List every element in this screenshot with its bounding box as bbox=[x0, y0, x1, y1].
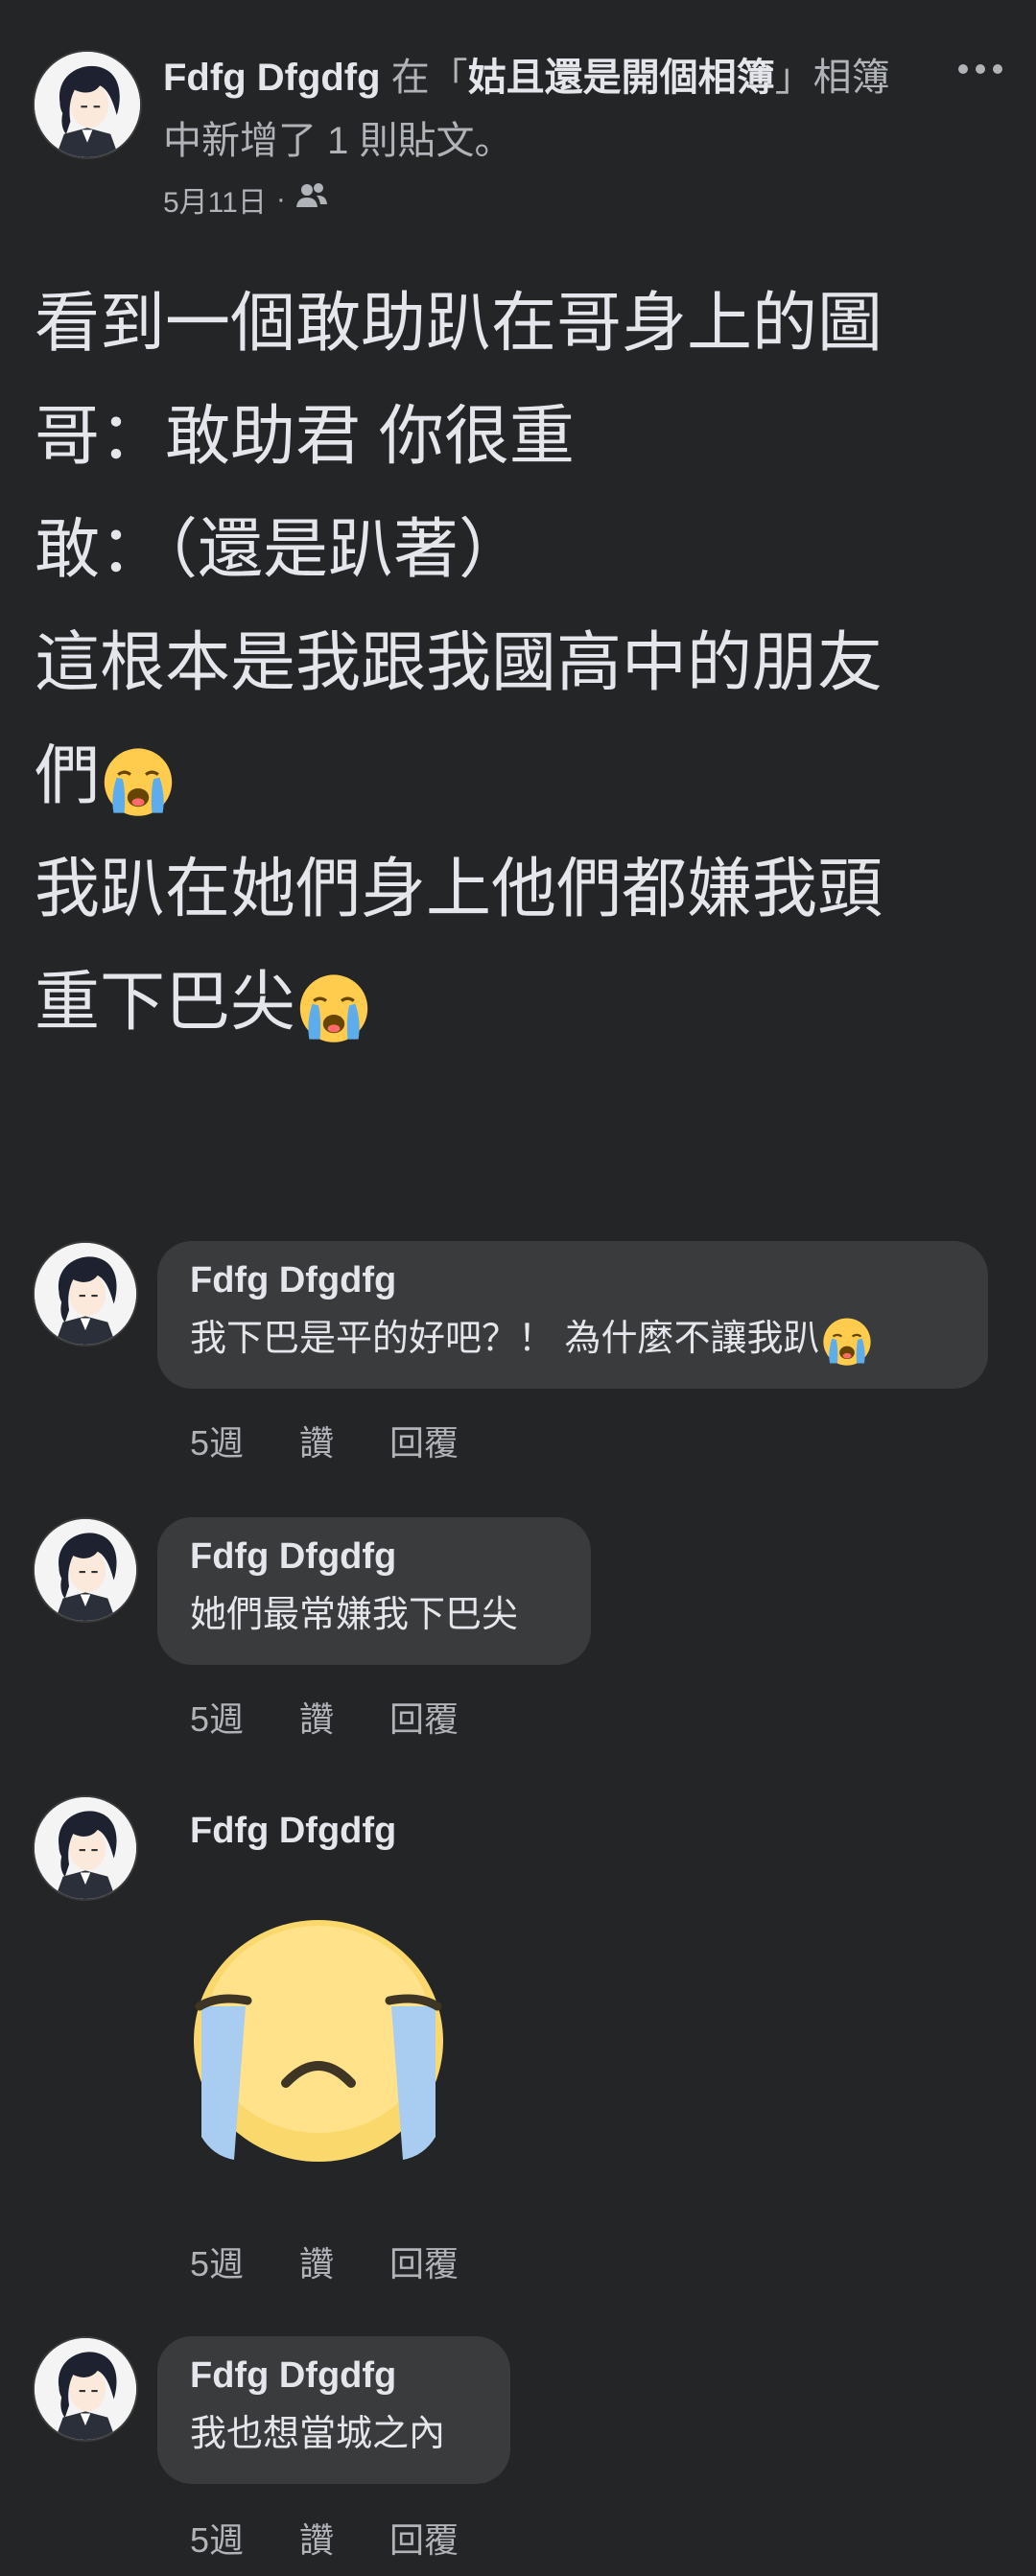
comment-actions: 5週 讚 回覆 bbox=[190, 1416, 514, 1465]
friends-icon bbox=[295, 181, 328, 218]
meta-dot: · bbox=[275, 183, 286, 215]
comment-author[interactable]: Fdfg Dfgdfg bbox=[190, 1811, 396, 1852]
crying-emoji-icon bbox=[100, 742, 177, 819]
crying-emoji-icon bbox=[820, 1314, 874, 1368]
reply-button[interactable]: 回覆 bbox=[389, 1692, 459, 1742]
comment-bubble: Fdfg Dfgdfg 我下巴是平的好吧？！ 為什麼不讓我趴 bbox=[157, 1241, 988, 1389]
comment-time[interactable]: 5週 bbox=[190, 2236, 244, 2286]
post-line: 敢：（還是趴著） bbox=[35, 513, 525, 586]
post-line-with-emoji: 們 bbox=[35, 719, 1003, 832]
comment-time[interactable]: 5週 bbox=[190, 1692, 244, 1742]
comment-author[interactable]: Fdfg Dfgdfg bbox=[190, 1258, 955, 1302]
post-author-name[interactable]: Fdfg Dfgdfg bbox=[163, 57, 381, 99]
post-date[interactable]: 5月11日 bbox=[163, 178, 267, 221]
album-link[interactable]: 姑且還是開個相簿 bbox=[468, 57, 775, 99]
crying-emoji-icon bbox=[295, 969, 372, 1045]
comment-avatar[interactable] bbox=[33, 1517, 138, 1623]
comment-text-content: 我下巴是平的好吧？！ 為什麼不讓我趴 bbox=[190, 1319, 820, 1359]
post-line: 重下巴尖 bbox=[35, 966, 296, 1039]
comment-author[interactable]: Fdfg Dfgdfg bbox=[190, 1534, 558, 1579]
comment-text: 我下巴是平的好吧？！ 為什麼不讓我趴 bbox=[190, 1312, 955, 1368]
comment-actions: 5週 讚 回覆 bbox=[190, 2236, 514, 2286]
comment-text: 她們最常嫌我下巴尖 bbox=[190, 1595, 519, 1635]
comment-avatar[interactable] bbox=[33, 2336, 138, 2442]
post-line: 看到一個敢助趴在哥身上的圖 bbox=[35, 287, 883, 360]
more-options-icon[interactable] bbox=[954, 52, 1007, 86]
post-line-with-emoji: 重下巴尖 bbox=[35, 946, 1003, 1059]
comment-bubble: Fdfg Dfgdfg 我也想當城之內 bbox=[157, 2336, 510, 2484]
comment-avatar[interactable] bbox=[33, 1795, 138, 1901]
like-button[interactable]: 讚 bbox=[299, 2236, 334, 2286]
post-action-prefix: 在「 bbox=[390, 57, 468, 99]
comment-actions: 5週 讚 回覆 bbox=[190, 1692, 514, 1742]
reply-button[interactable]: 回覆 bbox=[389, 2236, 459, 2286]
like-button[interactable]: 讚 bbox=[299, 2513, 334, 2563]
comment-author[interactable]: Fdfg Dfgdfg bbox=[190, 2354, 478, 2398]
post-line: 這根本是我跟我國高中的朋友 bbox=[35, 626, 883, 699]
like-button[interactable]: 讚 bbox=[299, 1692, 334, 1742]
post-line: 們 bbox=[35, 739, 101, 812]
crying-face-sticker[interactable] bbox=[175, 1914, 462, 2173]
reply-button[interactable]: 回覆 bbox=[389, 1416, 459, 1465]
comment-actions: 5週 讚 回覆 bbox=[190, 2513, 514, 2563]
post-author-avatar[interactable] bbox=[33, 50, 142, 159]
comment-bubble: Fdfg Dfgdfg 她們最常嫌我下巴尖 bbox=[157, 1517, 591, 1665]
comment-text: 我也想當城之內 bbox=[190, 2414, 446, 2454]
post-meta: 5月11日 · bbox=[163, 178, 328, 221]
reply-button[interactable]: 回覆 bbox=[389, 2513, 459, 2563]
post-line: 哥：敢助君 你很重 bbox=[35, 400, 575, 473]
post-header: Fdfg Dfgdfg 在「姑且還是開個相簿」相簿中新增了 1 則貼文。 bbox=[163, 46, 902, 173]
comment-time[interactable]: 5週 bbox=[190, 2513, 244, 2563]
post-text: 看到一個敢助趴在哥身上的圖 哥：敢助君 你很重 敢：（還是趴著） 這根本是我跟我… bbox=[35, 267, 1003, 1059]
comment-time[interactable]: 5週 bbox=[190, 1416, 244, 1465]
like-button[interactable]: 讚 bbox=[299, 1416, 334, 1465]
post-line: 我趴在她們身上他們都嫌我頭 bbox=[35, 853, 883, 925]
comment-avatar[interactable] bbox=[33, 1241, 138, 1347]
